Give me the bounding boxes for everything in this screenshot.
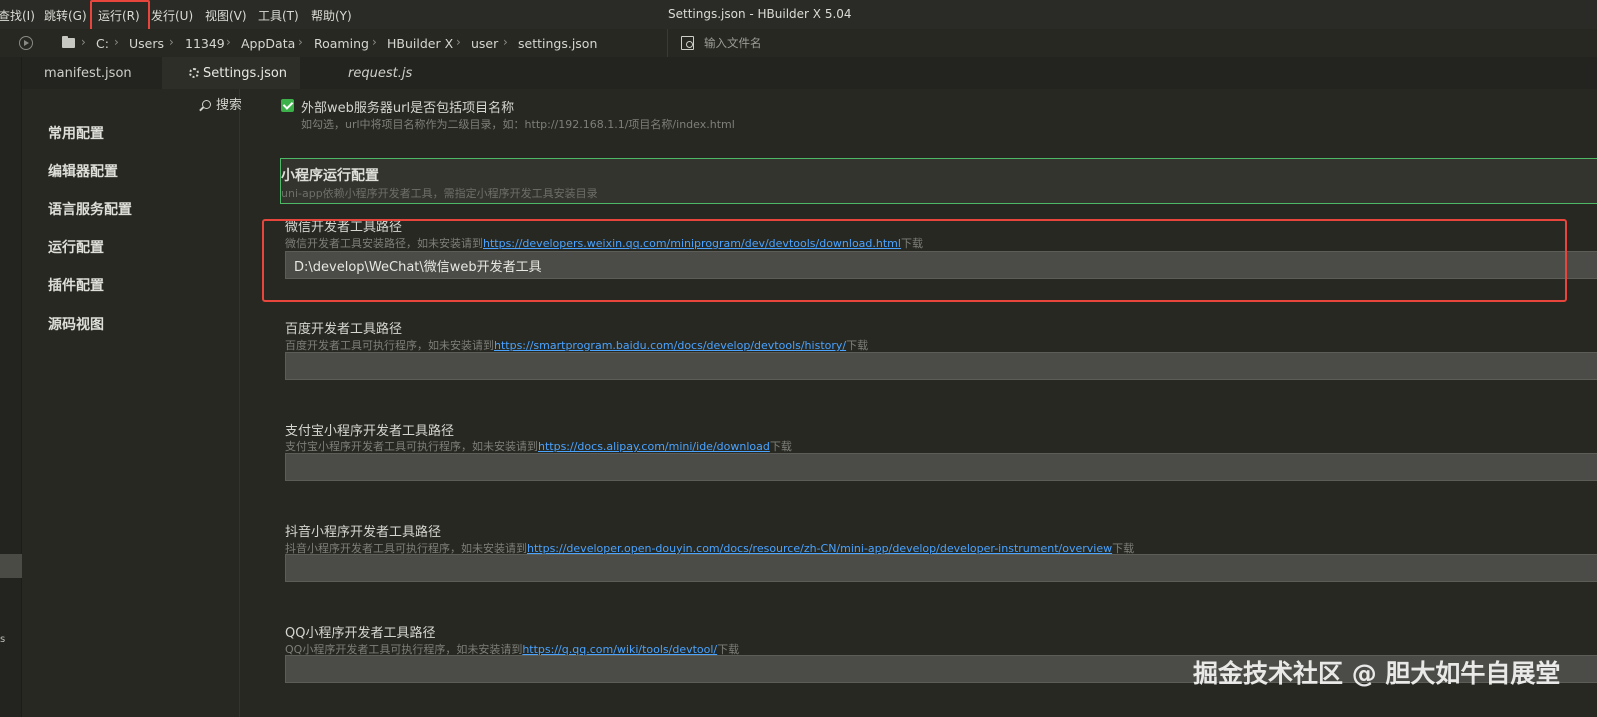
chevron-right-icon: › (298, 35, 303, 49)
chevron-right-icon: › (226, 35, 231, 49)
section-title: 小程序运行配置 (281, 168, 379, 184)
external-url-label: 外部web服务器url是否包括项目名称 (301, 101, 515, 116)
folder-icon (62, 36, 75, 48)
alipay-path-input[interactable] (285, 453, 1597, 481)
desc-text: 支付宝小程序开发者工具可执行程序，如未安装请到 (285, 440, 538, 453)
menu-goto[interactable]: 跳转(G) (44, 7, 87, 24)
menu-publish[interactable]: 发行(U) (151, 7, 193, 24)
menu-help[interactable]: 帮助(Y) (311, 7, 352, 24)
strip-label: s (0, 634, 6, 645)
chevron-right-icon: › (456, 35, 461, 49)
crumb-drive[interactable]: C: (96, 36, 109, 51)
crumb-user-id[interactable]: 11349 (185, 36, 225, 51)
settings-sidebar: 搜索 常用配置 编辑器配置 语言服务配置 运行配置 插件配置 源码视图 (22, 89, 242, 717)
activity-strip: s (0, 57, 22, 717)
chevron-right-icon: › (169, 35, 174, 49)
crumb-appdata[interactable]: AppData (241, 36, 295, 51)
baidu-download-link[interactable]: https://smartprogram.baidu.com/docs/deve… (494, 339, 846, 352)
desc-suffix: 下载 (846, 339, 869, 352)
external-url-checkbox[interactable] (281, 99, 294, 112)
path-divider (667, 29, 668, 57)
menu-find[interactable]: 查找(I) (0, 7, 35, 24)
crumb-hbuilderx[interactable]: HBuilder X (387, 36, 453, 51)
hbuilderx-window: 查找(I) 跳转(G) 运行(R) 发行(U) 视图(V) 工具(T) 帮助(Y… (0, 0, 1597, 717)
sidebar-item-common[interactable]: 常用配置 (48, 123, 104, 143)
menu-bar: 查找(I) 跳转(G) 运行(R) 发行(U) 视图(V) 工具(T) 帮助(Y… (0, 0, 1597, 29)
tab-settings[interactable]: Settings.json (162, 57, 300, 89)
strip-selected-item[interactable] (0, 554, 22, 578)
sidebar-item-source[interactable]: 源码视图 (48, 314, 104, 334)
gear-icon (189, 68, 199, 78)
chevron-right-icon: › (114, 35, 119, 49)
sidebar-item-editor[interactable]: 编辑器配置 (48, 161, 118, 181)
alipay-desc: 支付宝小程序开发者工具可执行程序，如未安装请到https://docs.alip… (285, 438, 792, 454)
tab-label: Settings.json (203, 66, 288, 81)
miniprogram-section-header: 小程序运行配置 uni-app依赖小程序开发者工具，需指定小程序开发工具安装目录 (280, 158, 1597, 204)
alipay-label: 支付宝小程序开发者工具路径 (285, 424, 455, 439)
run-icon[interactable] (19, 36, 33, 50)
chevron-right-icon: › (503, 35, 508, 49)
file-search-input[interactable] (704, 34, 1004, 52)
crumb-user[interactable]: user (471, 36, 498, 51)
crumb-users[interactable]: Users (129, 36, 164, 51)
chevron-right-icon: › (81, 35, 86, 49)
crumb-settings-file[interactable]: settings.json (518, 36, 597, 51)
watermark: 掘金技术社区 @ 胆大如牛自展堂 (1193, 659, 1561, 688)
tab-label: request.js (348, 66, 413, 81)
settings-search-button[interactable]: 搜索 (202, 94, 242, 113)
baidu-label: 百度开发者工具路径 (285, 322, 403, 337)
douyin-path-input[interactable] (285, 554, 1597, 582)
desc-text: 百度开发者工具可执行程序，如未安装请到 (285, 339, 494, 352)
tab-label: manifest.json (44, 66, 132, 81)
tab-request[interactable]: request.js (332, 57, 452, 89)
chevron-right-icon: › (372, 35, 377, 49)
file-search-icon[interactable] (681, 36, 694, 50)
crumb-roaming[interactable]: Roaming (314, 36, 369, 51)
external-url-desc: 如勾选，url中将项目名称作为二级目录，如：http://192.168.1.1… (301, 118, 735, 131)
tab-manifest[interactable]: manifest.json (22, 57, 156, 89)
search-label: 搜索 (216, 98, 243, 113)
desc-suffix: 下载 (769, 440, 792, 453)
qq-label: QQ小程序开发者工具路径 (285, 626, 436, 641)
sidebar-item-run[interactable]: 运行配置 (48, 237, 104, 257)
settings-content: 外部web服务器url是否包括项目名称 如勾选，url中将项目名称作为二级目录，… (241, 89, 1597, 717)
window-title: Settings.json - HBuilder X 5.04 (668, 7, 852, 21)
douyin-label: 抖音小程序开发者工具路径 (285, 525, 442, 540)
alipay-download-link[interactable]: https://docs.alipay.com/mini/ide/downloa… (538, 440, 770, 453)
sidebar-item-plugins[interactable]: 插件配置 (48, 275, 104, 295)
menu-view[interactable]: 视图(V) (205, 7, 247, 24)
baidu-path-input[interactable] (285, 352, 1597, 380)
menu-tools[interactable]: 工具(T) (258, 7, 299, 24)
sidebar-item-language[interactable]: 语言服务配置 (48, 199, 132, 219)
baidu-desc: 百度开发者工具可执行程序，如未安装请到https://smartprogram.… (285, 337, 868, 353)
section-desc: uni-app依赖小程序开发者工具，需指定小程序开发工具安装目录 (281, 187, 598, 200)
wechat-highlight (262, 219, 1567, 302)
tab-bar: manifest.json Settings.json request.js (22, 57, 1597, 89)
search-icon (202, 100, 211, 109)
